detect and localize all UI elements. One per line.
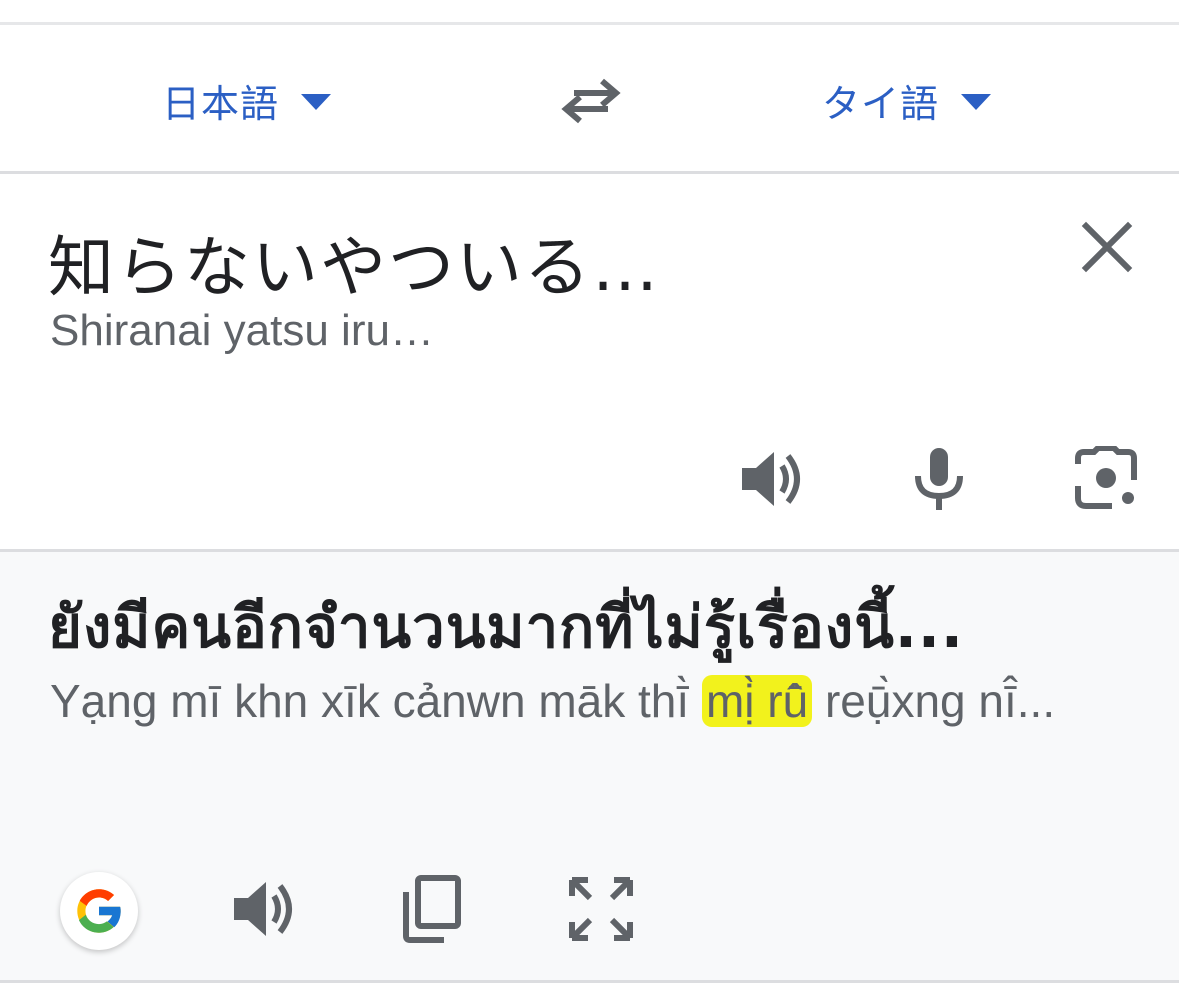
target-language-label: タイ語 [822, 81, 940, 126]
speaker-icon [234, 882, 292, 936]
romanization-part: Yạng mī khn xīk cảnwn māk thī̀ [50, 675, 702, 727]
google-search-button[interactable] [60, 872, 138, 950]
translation-panel: ยังมีคนอีกจำนวนมากที่ไม่รู้เรื่องนี้... … [0, 552, 1179, 980]
bottom-spacer [0, 983, 1179, 1008]
fullscreen-icon [569, 877, 633, 941]
chevron-down-icon [961, 94, 992, 110]
copy-icon [403, 875, 461, 943]
fullscreen-button[interactable] [566, 874, 636, 944]
source-language-label: 日本語 [162, 81, 280, 126]
voice-input-button[interactable] [904, 446, 974, 512]
speaker-icon [742, 452, 800, 506]
google-g-icon [77, 889, 122, 933]
chevron-down-icon [301, 94, 332, 110]
highlighted-romanization: mị̀ rū̂ [701, 675, 813, 727]
camera-lens-icon [1075, 445, 1137, 509]
source-language-selector[interactable]: 日本語 [162, 72, 332, 128]
close-icon [1081, 221, 1133, 273]
translation-listen-button[interactable] [230, 874, 300, 944]
swap-arrows-icon [561, 78, 621, 124]
swap-languages-button[interactable] [558, 73, 624, 129]
microphone-icon [915, 448, 963, 510]
copy-button[interactable] [398, 874, 468, 944]
source-text-input[interactable]: 知らないやついる… [48, 214, 660, 310]
language-bar: 日本語 タイ語 [0, 25, 1179, 171]
romanization-part: reụ̄̀xng nī̂... [812, 675, 1056, 727]
translation-romanization: Yạng mī khn xīk cảnwn māk thī̀ mị̀ rū̂ r… [50, 670, 1150, 732]
source-romanization: Shiranai yatsu iru… [50, 306, 434, 355]
camera-input-button[interactable] [1072, 445, 1142, 512]
target-language-selector[interactable]: タイ語 [822, 72, 992, 128]
clear-button[interactable] [1078, 218, 1136, 276]
source-listen-button[interactable] [738, 446, 808, 512]
source-panel: 知らないやついる… Shiranai yatsu iru… [0, 174, 1179, 549]
translation-text: ยังมีคนอีกจำนวนมากที่ไม่รู้เรื่องนี้... [48, 593, 964, 661]
